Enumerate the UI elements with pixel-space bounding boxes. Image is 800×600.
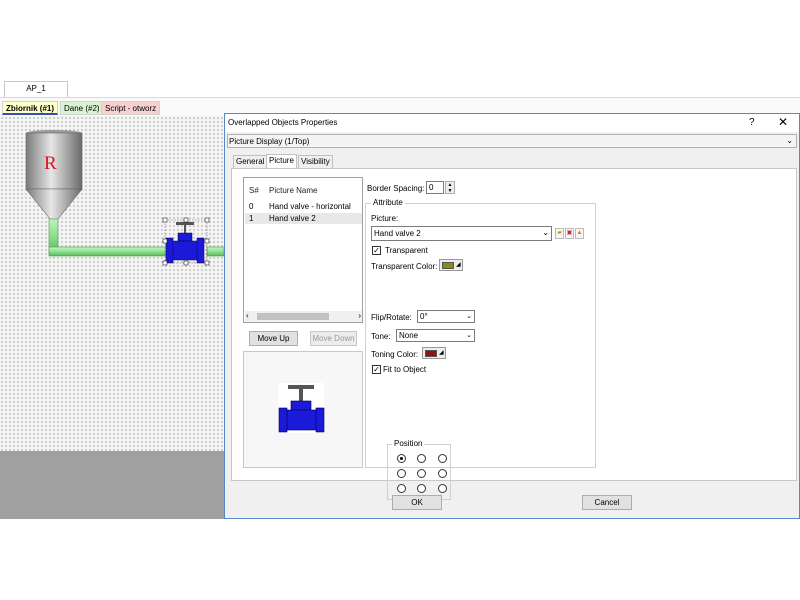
picture-select-value: Hand valve 2 xyxy=(374,229,421,238)
transparent-checkbox[interactable]: ✓ xyxy=(372,246,381,255)
doc-tab-zbiornik[interactable]: Zbiornik (#1) xyxy=(2,101,59,115)
dropdown-arrow-icon: ◢ xyxy=(439,350,444,356)
transparent-color-label: Transparent Color: xyxy=(371,262,438,271)
position-radio-center[interactable] xyxy=(417,469,426,478)
list-item[interactable]: 0 Hand valve - horizontal xyxy=(245,201,362,212)
flip-rotate-value: 0° xyxy=(420,312,428,321)
border-spacing-input[interactable]: 0 xyxy=(426,181,444,194)
shapes-icon[interactable]: ▲ xyxy=(575,228,584,239)
cancel-button[interactable]: Cancel xyxy=(582,495,632,510)
chevron-down-icon: ⌄ xyxy=(786,136,793,145)
tab-visibility[interactable]: Visibility xyxy=(298,155,333,168)
dropdown-arrow-icon: ◢ xyxy=(456,262,461,268)
editor-canvas[interactable]: R xyxy=(0,116,224,451)
attribute-label: Attribute xyxy=(371,198,405,207)
position-radio-top-left[interactable] xyxy=(397,454,406,463)
list-item-number: 1 xyxy=(249,214,254,223)
dialog-title: Overlapped Objects Properties xyxy=(228,118,338,127)
list-item-name: Hand valve 2 xyxy=(269,214,316,223)
position-radio-middle-left[interactable] xyxy=(397,469,406,478)
tone-label: Tone: xyxy=(371,332,391,341)
doc-tab-dane[interactable]: Dane (#2) xyxy=(60,101,104,115)
chevron-down-icon: ⌄ xyxy=(466,313,472,320)
picture-list[interactable]: S# Picture Name 0 Hand valve - horizonta… xyxy=(243,177,363,323)
properties-dialog: Overlapped Objects Properties ? ✕ Pictur… xyxy=(224,113,800,519)
position-radio-top-right[interactable] xyxy=(438,454,447,463)
color-swatch xyxy=(442,262,454,269)
move-up-button[interactable]: Move Up xyxy=(249,331,298,346)
scroll-right-icon[interactable]: › xyxy=(358,311,361,320)
transparent-label: Transparent xyxy=(385,246,428,255)
transparent-color-button[interactable]: ◢ xyxy=(439,259,463,271)
position-label: Position xyxy=(392,439,425,448)
process-drawing xyxy=(25,130,224,266)
tone-select[interactable]: None ⌄ xyxy=(396,329,475,342)
tone-value: None xyxy=(399,331,419,340)
spin-button[interactable]: ▲ ▼ xyxy=(445,181,455,194)
picture-preview xyxy=(243,351,363,468)
window-tab-ap1[interactable]: AP_1 xyxy=(4,81,68,97)
position-radio-bottom-center[interactable] xyxy=(417,484,426,493)
fit-to-object-label: Fit to Object xyxy=(383,365,427,374)
move-down-button[interactable]: Move Down xyxy=(310,331,357,346)
column-header-name: Picture Name xyxy=(269,186,318,195)
hand-valve-icon xyxy=(278,383,325,433)
color-swatch xyxy=(425,350,437,357)
close-button[interactable]: ✕ xyxy=(778,115,788,129)
horizontal-scrollbar[interactable]: ‹ › xyxy=(245,311,362,322)
border-spacing-label: Border Spacing: xyxy=(367,184,425,193)
display-select-value: Picture Display (1/Top) xyxy=(229,137,310,146)
position-radio-bottom-right[interactable] xyxy=(438,484,447,493)
list-item-number: 0 xyxy=(249,202,254,211)
position-radio-bottom-left[interactable] xyxy=(397,484,406,493)
doc-tab-script[interactable]: Script - otworz xyxy=(101,101,161,115)
chevron-down-icon: ⌄ xyxy=(542,228,549,237)
scroll-left-icon[interactable]: ‹ xyxy=(246,311,249,320)
flip-rotate-select[interactable]: 0° ⌄ xyxy=(417,310,475,323)
canvas-offpage-area xyxy=(0,451,224,519)
fit-to-object-checkbox[interactable]: ✓ xyxy=(372,365,381,374)
help-button[interactable]: ? xyxy=(749,117,755,128)
column-header-number: S# xyxy=(249,186,259,195)
tab-picture[interactable]: Picture xyxy=(266,154,297,169)
tank-logo: R xyxy=(44,153,57,174)
tab-general[interactable]: General xyxy=(233,155,268,168)
window-bottom xyxy=(0,519,800,600)
position-radio-middle-right[interactable] xyxy=(438,469,447,478)
flip-rotate-label: Flip/Rotate: xyxy=(371,313,412,322)
chevron-down-icon: ⌄ xyxy=(466,332,472,339)
toning-color-button[interactable]: ◢ xyxy=(422,347,446,359)
picture-label: Picture: xyxy=(371,214,399,223)
list-item-name: Hand valve - horizontal xyxy=(269,202,351,211)
toning-color-label: Toning Color: xyxy=(371,350,419,359)
display-select[interactable]: Picture Display (1/Top) ⌄ xyxy=(227,134,797,148)
hand-valve-object[interactable] xyxy=(162,217,210,266)
list-item-selected[interactable]: 1 Hand valve 2 xyxy=(245,213,362,224)
folder-icon[interactable]: ▰ xyxy=(555,228,564,239)
picture-select[interactable]: Hand valve 2 ⌄ xyxy=(371,226,552,241)
dialog-title-bar[interactable]: Overlapped Objects Properties ? ✕ xyxy=(225,114,799,132)
position-radio-top-center[interactable] xyxy=(417,454,426,463)
image-edit-icon[interactable]: ▣ xyxy=(565,228,574,239)
picture-tab-panel: S# Picture Name 0 Hand valve - horizonta… xyxy=(231,168,797,500)
scrollbar-thumb[interactable] xyxy=(257,313,329,320)
ok-button[interactable]: OK xyxy=(392,495,442,510)
